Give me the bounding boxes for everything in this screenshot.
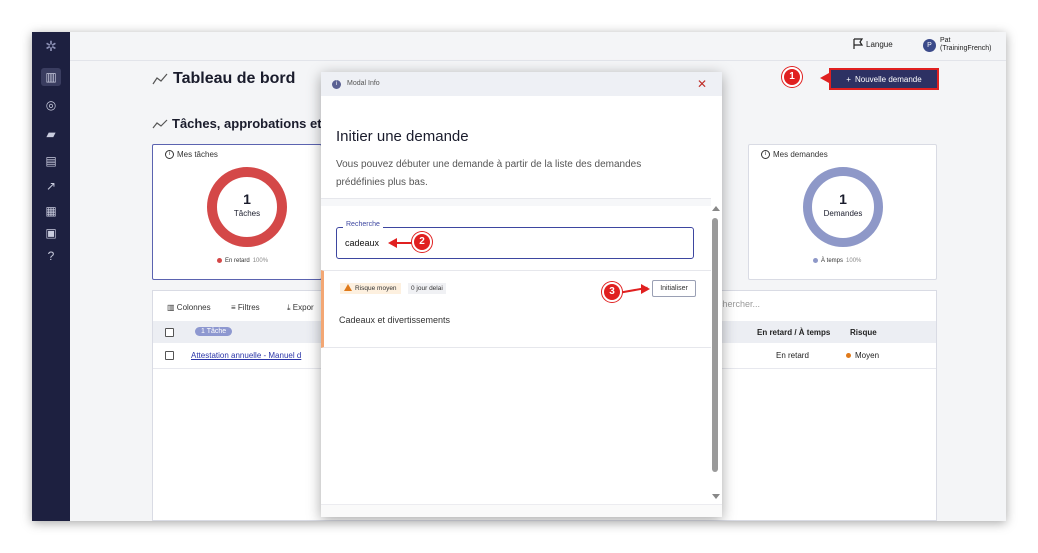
help-icon[interactable]: ?: [41, 247, 61, 265]
columns-button[interactable]: ▥ Colonnes: [167, 303, 211, 312]
avatar[interactable]: P: [923, 39, 936, 52]
select-all-checkbox[interactable]: [165, 328, 174, 337]
filter-icon: ≡: [231, 303, 236, 312]
user-tenant: (TrainingFrench): [940, 45, 992, 52]
annotation-marker-3: 3: [602, 282, 622, 302]
new-request-label: Nouvelle demande: [854, 74, 922, 84]
risk-cell: Moyen: [846, 351, 879, 360]
table-search-input[interactable]: chercher...: [718, 299, 760, 309]
tasks-legend: En retard 100%: [217, 258, 268, 264]
modal-header: i Modal Info ✕: [321, 72, 722, 96]
page-title: Tableau de bord: [173, 70, 296, 87]
export-button[interactable]: ⤓ Expor: [287, 303, 314, 313]
new-request-button[interactable]: + Nouvelle demande: [829, 68, 939, 90]
divider: [321, 198, 711, 206]
building-icon[interactable]: ▦: [41, 202, 61, 220]
annotation-arrow: [820, 73, 829, 83]
scroll-thumb[interactable]: [712, 218, 718, 472]
search-label: Recherche: [343, 221, 383, 228]
app-window: ✲ ▥ ◎ ▰ ▤ ↗ ▦ ▣ ? Langue P Pat (Training…: [32, 32, 1006, 521]
warning-icon: [344, 284, 352, 291]
annotation-marker-1: 1: [782, 67, 802, 87]
annotation-arrow-head: [388, 238, 397, 248]
late-on-time-header[interactable]: En retard / À temps: [757, 328, 830, 337]
tasks-label: Tâches: [233, 209, 261, 218]
my-requests-card[interactable]: i Mes demandes 1 Demandes À temps 100%: [748, 144, 937, 280]
info-icon: i: [165, 150, 174, 160]
list-item: Risque moyen 0 jour delai Initialiser Ca…: [321, 270, 711, 348]
info-icon: i: [761, 150, 770, 160]
columns-icon: ▥: [167, 303, 175, 312]
annotation-marker-2: 2: [412, 232, 432, 252]
requests-donut: 1 Demandes: [803, 167, 883, 247]
modal-footer: [321, 504, 722, 517]
modal-title: Initier une demande: [336, 128, 469, 145]
briefcase-icon[interactable]: ▣: [41, 224, 61, 242]
my-tasks-card[interactable]: i Mes tâches 1 Tâches En retard 100%: [152, 144, 322, 280]
scroll-up-icon[interactable]: [712, 206, 720, 211]
task-link[interactable]: Attestation annuelle - Manuel d: [191, 351, 301, 360]
card-title-text: Mes demandes: [773, 150, 828, 159]
request-name: Cadeaux et divertissements: [339, 315, 451, 325]
risk-badge: Risque moyen: [340, 283, 401, 294]
library-icon[interactable]: ▤: [41, 152, 61, 170]
download-icon: ⤓: [287, 303, 291, 312]
flag-icon[interactable]: [853, 38, 864, 50]
sidebar: ✲ ▥ ◎ ▰ ▤ ↗ ▦ ▣ ?: [32, 32, 70, 521]
scroll-down-icon[interactable]: [712, 494, 720, 499]
requests-label: Demandes: [823, 209, 863, 218]
info-icon: i: [332, 80, 341, 89]
tasks-count: 1: [243, 191, 251, 207]
language-button[interactable]: Langue: [866, 40, 893, 49]
user-menu[interactable]: Pat (TrainingFrench): [940, 37, 991, 53]
initiate-request-modal: i Modal Info ✕ Initier une demande Vous …: [321, 72, 722, 517]
requests-legend: À temps 100%: [813, 258, 861, 264]
row-checkbox[interactable]: [165, 351, 174, 360]
topbar: Langue P Pat (TrainingFrench): [70, 32, 1006, 61]
card-title-text: Mes tâches: [177, 150, 218, 159]
logo-icon: ✲: [45, 38, 57, 54]
modal-header-title: Modal Info: [347, 80, 380, 87]
requests-count: 1: [839, 191, 847, 207]
status-cell: En retard: [776, 351, 809, 360]
risk-header[interactable]: Risque: [850, 328, 877, 337]
scrollbar[interactable]: [711, 202, 720, 504]
chart-line-icon: [152, 73, 168, 85]
card-title: i Mes tâches: [165, 150, 218, 160]
user-name: Pat: [940, 37, 951, 44]
delay-badge: 0 jour delai: [408, 283, 446, 294]
card-title: i Mes demandes: [761, 150, 828, 160]
plus-icon: +: [846, 74, 851, 84]
chart-line-icon: [152, 119, 168, 129]
filters-button[interactable]: ≡ Filtres: [231, 303, 260, 312]
close-icon[interactable]: ✕: [697, 77, 707, 91]
risk-dot-icon: [846, 353, 851, 359]
modal-description: Vous pouvez débuter une demande à partir…: [336, 159, 642, 188]
selected-count-badge: 1 Tâche: [195, 327, 233, 336]
dashboard-icon[interactable]: ▥: [41, 68, 61, 86]
section-title: Tâches, approbations et: [172, 116, 322, 131]
tasks-donut: 1 Tâches: [207, 167, 287, 247]
initialize-button[interactable]: Initialiser: [652, 280, 696, 297]
trend-icon[interactable]: ↗: [41, 177, 61, 195]
annotation-arrow-head: [641, 284, 650, 294]
check-circle-icon[interactable]: ◎: [41, 96, 61, 114]
search-value[interactable]: cadeaux: [345, 238, 379, 248]
chat-icon[interactable]: ▰: [41, 125, 61, 143]
